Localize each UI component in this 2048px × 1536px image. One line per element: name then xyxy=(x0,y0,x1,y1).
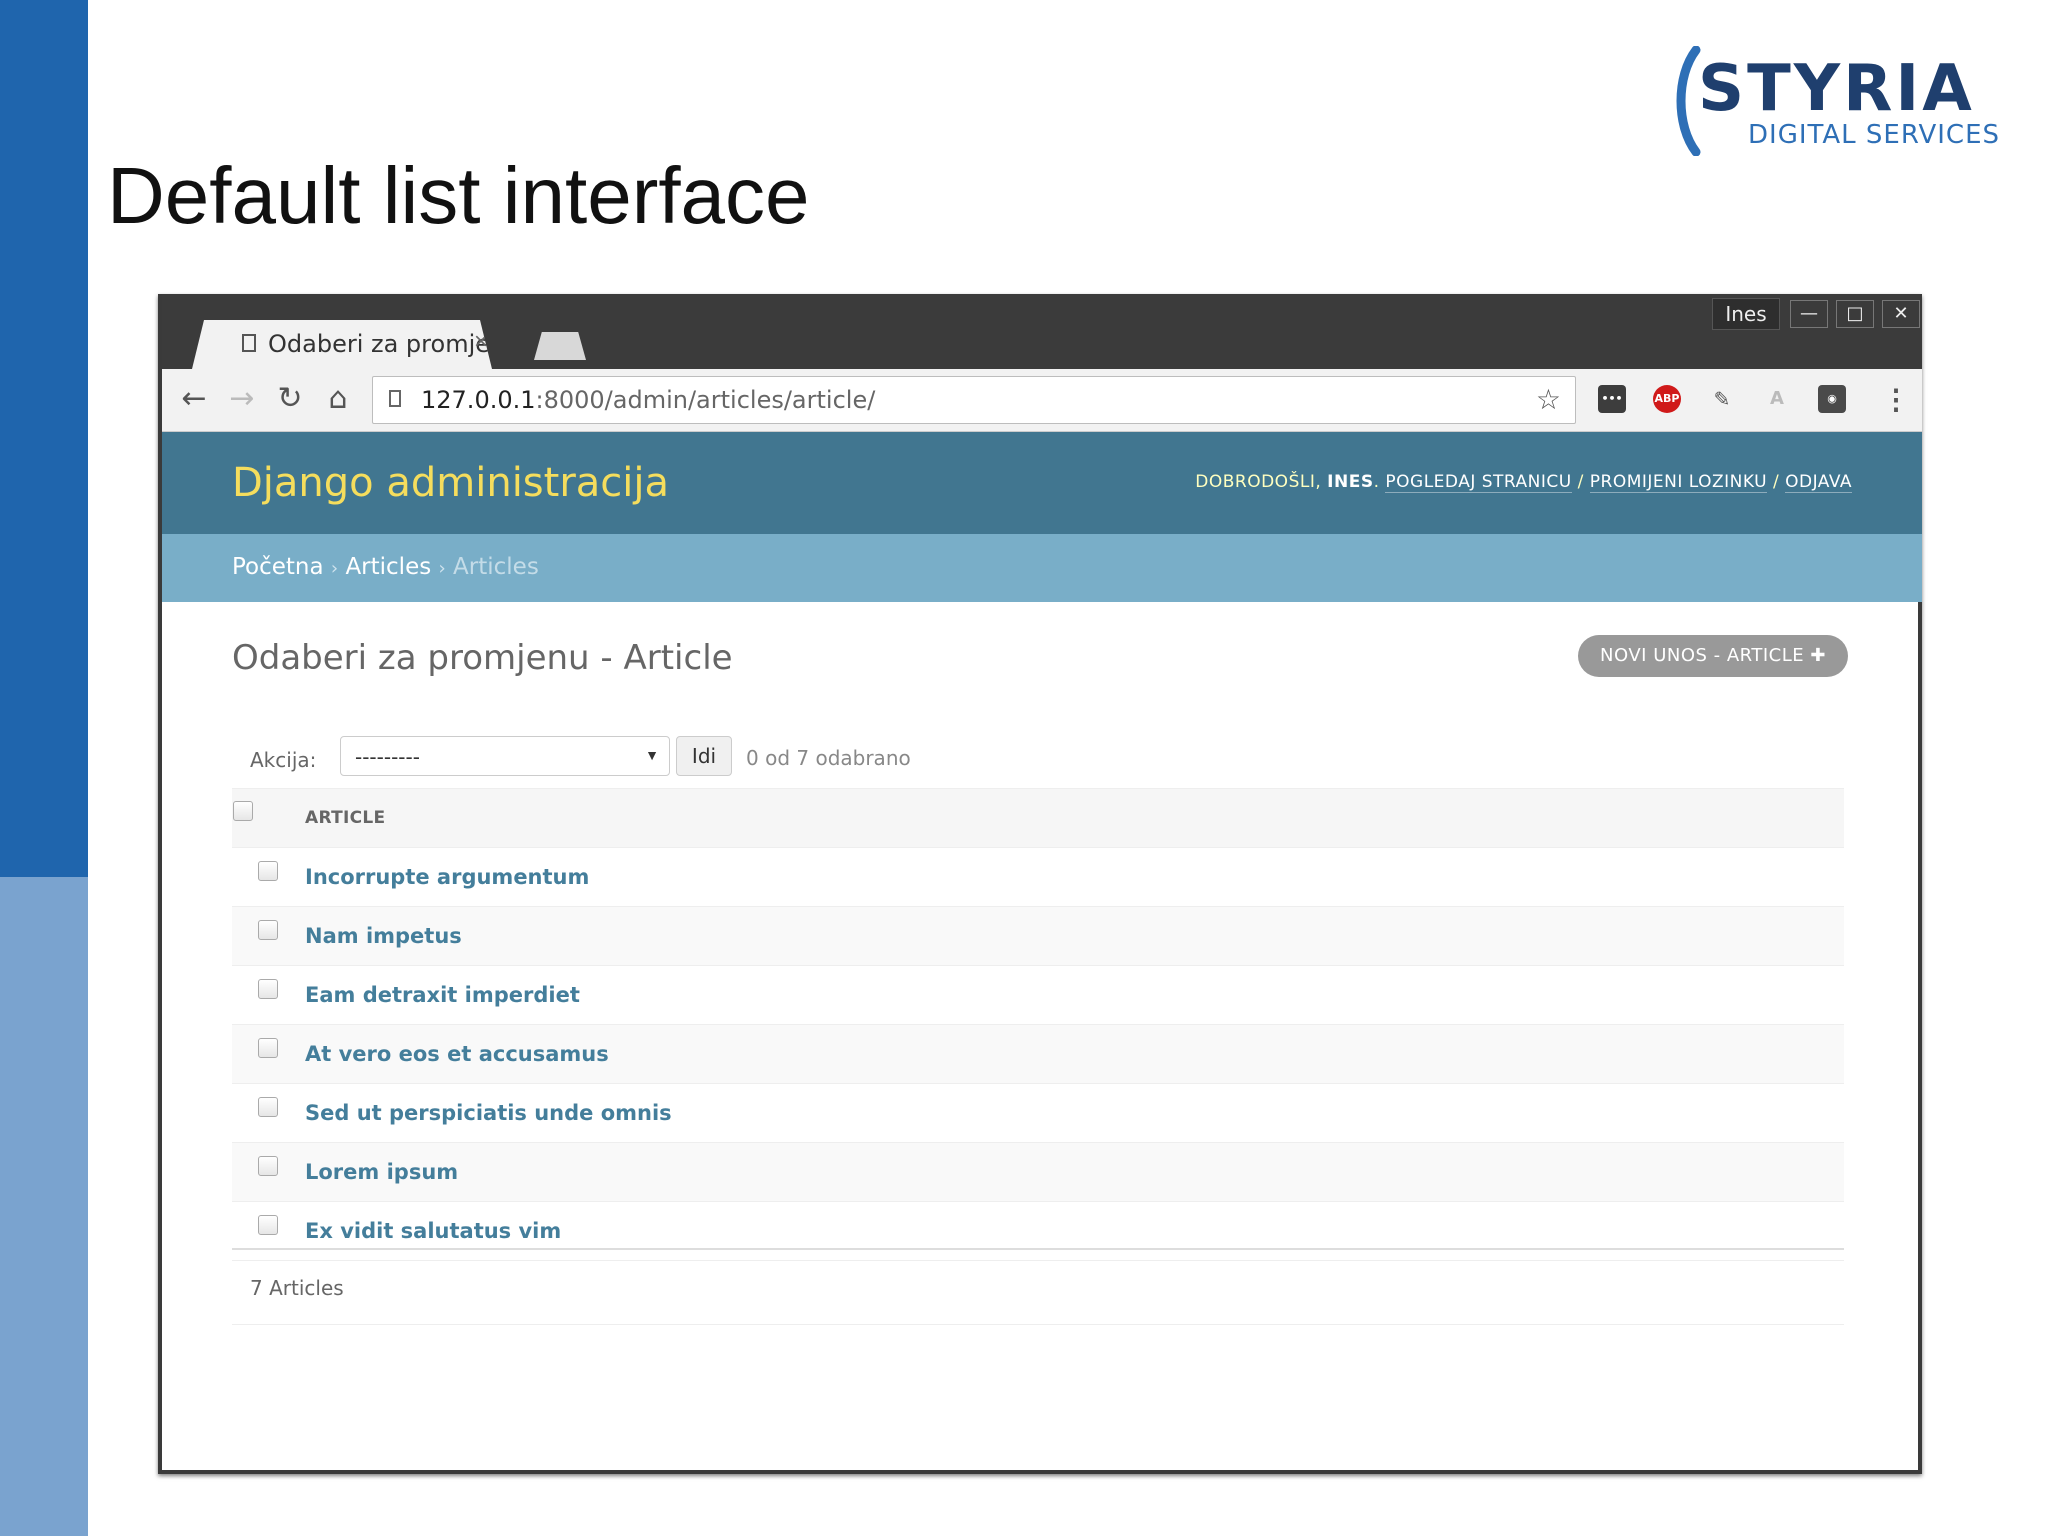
select-all-cell xyxy=(232,788,304,848)
row-checkbox[interactable] xyxy=(258,1156,278,1176)
adblock-icon[interactable]: ABP xyxy=(1653,385,1681,413)
logo-wordmark: STYRIA xyxy=(1698,52,1975,126)
view-site-link[interactable]: POGLEDAJ STRANICU xyxy=(1385,472,1572,493)
table-row: Nam impetus xyxy=(232,906,1844,966)
add-article-button[interactable]: NOVI UNOS - ARTICLE ✚ xyxy=(1578,635,1848,677)
article-link[interactable]: At vero eos et accusamus xyxy=(305,1042,609,1066)
user-tools-separator: / xyxy=(1571,472,1590,492)
user-tools-separator: / xyxy=(1767,472,1786,492)
privacy-icon[interactable]: ◉ xyxy=(1818,385,1846,413)
slide-title: Default list interface xyxy=(107,151,810,240)
article-link[interactable]: Incorrupte argumentum xyxy=(305,865,589,889)
result-count: 7 Articles xyxy=(250,1276,344,1300)
row-checkbox[interactable] xyxy=(258,920,278,940)
action-select[interactable]: --------- ▼ xyxy=(340,736,670,776)
extension-icon[interactable]: ✎ xyxy=(1708,385,1736,413)
welcome-text: DOBRODOŠLI, xyxy=(1195,472,1322,492)
action-label: Akcija: xyxy=(250,748,317,772)
table-header-row: ARTICLE xyxy=(232,788,1844,848)
breadcrumb-separator: › xyxy=(330,558,339,579)
action-select-value: --------- xyxy=(355,745,420,769)
browser-window: Odaberi za promjer × Ines — □ ✕ ← → ↻ ⌂ … xyxy=(158,294,1922,1474)
dropdown-arrow-icon: ▼ xyxy=(645,747,659,763)
article-link[interactable]: Ex vidit salutatus vim xyxy=(305,1219,561,1243)
tab-close-icon[interactable]: × xyxy=(474,328,488,356)
table-row: Sed ut perspiciatis unde omnis xyxy=(232,1083,1844,1143)
browser-toolbar: ← → ↻ ⌂ 127.0.0.1:8000/admin/articles/ar… xyxy=(162,369,1922,432)
column-header-article[interactable]: ARTICLE xyxy=(304,788,1844,848)
browser-tab[interactable]: Odaberi za promjer × xyxy=(192,320,492,369)
user-tools: DOBRODOŠLI, INES. POGLEDAJ STRANICU / PR… xyxy=(1195,472,1852,493)
bookmark-star-icon[interactable]: ☆ xyxy=(1536,383,1561,416)
go-button[interactable]: Idi xyxy=(676,736,732,776)
row-checkbox[interactable] xyxy=(258,861,278,881)
url-text: 127.0.0.1:8000/admin/articles/article/ xyxy=(421,386,875,414)
url-path: :8000/admin/articles/article/ xyxy=(535,386,876,414)
breadcrumb-separator: › xyxy=(438,558,446,579)
page-icon xyxy=(242,334,256,352)
logo-subtitle: DIGITAL SERVICES xyxy=(1748,120,2001,150)
table-row: At vero eos et accusamus xyxy=(232,1024,1844,1084)
paginator: 7 Articles xyxy=(232,1248,1844,1325)
new-tab-button[interactable] xyxy=(534,332,586,360)
action-bar: Akcija: --------- ▼ Idi 0 od 7 odabrano xyxy=(232,731,1844,787)
article-link[interactable]: Eam detraxit imperdiet xyxy=(305,983,580,1007)
maximize-button[interactable]: □ xyxy=(1836,300,1874,328)
row-checkbox[interactable] xyxy=(258,1038,278,1058)
profile-button[interactable]: Ines xyxy=(1712,298,1780,330)
admin-header: Django administracija DOBRODOŠLI, INES. … xyxy=(162,432,1922,534)
table-row: Eam detraxit imperdiet xyxy=(232,965,1844,1025)
logout-link[interactable]: ODJAVA xyxy=(1785,472,1852,493)
slide-sidebar-bottom xyxy=(0,877,88,1536)
breadcrumb: Početna › Articles › Articles xyxy=(162,534,1922,602)
address-bar[interactable]: 127.0.0.1:8000/admin/articles/article/ ☆ xyxy=(372,376,1576,424)
breadcrumb-app[interactable]: Articles xyxy=(345,554,431,580)
reload-icon[interactable]: ↻ xyxy=(272,381,308,417)
selection-counter: 0 od 7 odabrano xyxy=(746,746,911,770)
article-link[interactable]: Nam impetus xyxy=(305,924,462,948)
lastpass-icon[interactable]: ••• xyxy=(1598,385,1626,413)
styria-logo: STYRIA DIGITAL SERVICES xyxy=(1668,46,1999,156)
breadcrumb-home[interactable]: Početna xyxy=(232,554,324,580)
select-all-checkbox[interactable] xyxy=(233,801,253,821)
site-branding[interactable]: Django administracija xyxy=(232,460,669,506)
url-host: 127.0.0.1 xyxy=(421,386,536,414)
table-row: Incorrupte argumentum xyxy=(232,847,1844,907)
article-link[interactable]: Lorem ipsum xyxy=(305,1160,458,1184)
breadcrumb-current: Articles xyxy=(453,554,539,580)
translate-icon[interactable]: A xyxy=(1763,385,1791,413)
table-row: Lorem ipsum xyxy=(232,1142,1844,1202)
browser-titlebar: Odaberi za promjer × Ines — □ ✕ xyxy=(162,294,1922,369)
minimize-button[interactable]: — xyxy=(1790,300,1828,328)
close-window-button[interactable]: ✕ xyxy=(1882,300,1920,328)
forward-icon[interactable]: → xyxy=(224,381,260,417)
browser-menu-icon[interactable]: ⋮ xyxy=(1882,383,1910,416)
page-title: Odaberi za promjenu - Article xyxy=(232,638,733,678)
row-checkbox[interactable] xyxy=(258,1097,278,1117)
row-checkbox[interactable] xyxy=(258,979,278,999)
back-icon[interactable]: ← xyxy=(176,381,212,417)
home-icon[interactable]: ⌂ xyxy=(320,381,356,417)
tab-title: Odaberi za promjer xyxy=(268,330,488,358)
page-info-icon[interactable] xyxy=(389,390,401,407)
result-table: ARTICLE Incorrupte argumentum Nam impetu… xyxy=(232,788,1844,1261)
article-link[interactable]: Sed ut perspiciatis unde omnis xyxy=(305,1101,672,1125)
slide-sidebar-top xyxy=(0,0,88,877)
change-password-link[interactable]: PROMIJENI LOZINKU xyxy=(1589,472,1768,493)
username: INES xyxy=(1327,472,1374,492)
row-checkbox[interactable] xyxy=(258,1215,278,1235)
column-header-label: ARTICLE xyxy=(305,808,386,828)
